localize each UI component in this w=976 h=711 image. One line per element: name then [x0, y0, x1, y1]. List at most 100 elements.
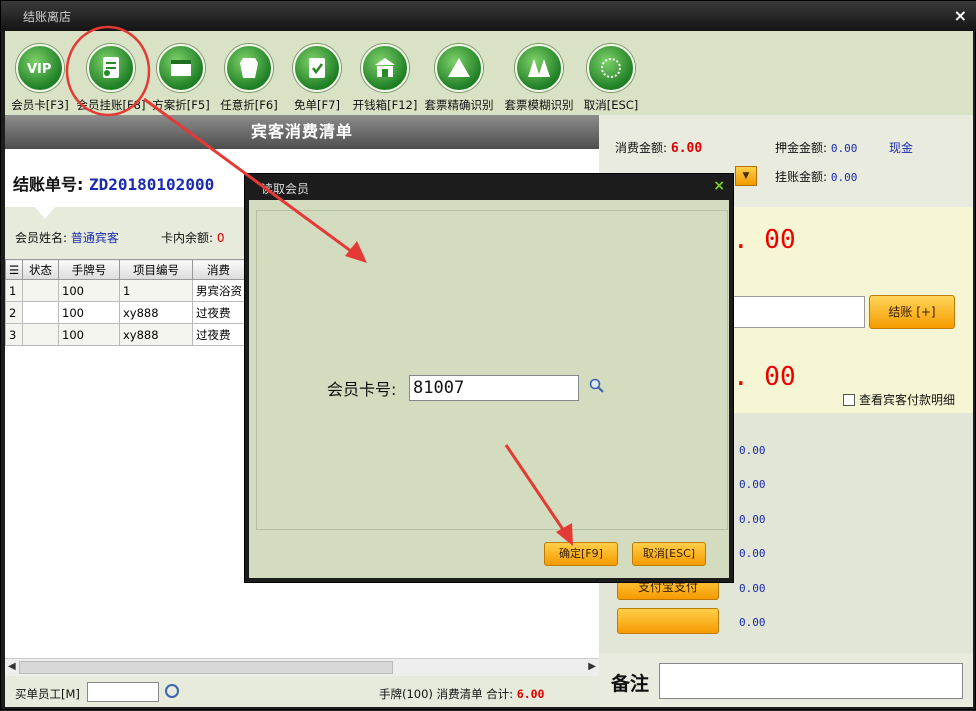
horizontal-scrollbar[interactable]: ◀ ▶: [5, 658, 599, 676]
method-amount: 0.00: [739, 616, 766, 629]
member-charge-button[interactable]: 会员挂账[F8]: [75, 31, 147, 115]
card-balance-label: 卡内余额:: [161, 231, 214, 245]
table-header-row: ☰ 状态 手牌号 项目编号 消费: [5, 259, 245, 280]
plan-discount-button[interactable]: 方案折[F5]: [147, 31, 215, 115]
checkout-window: 结账离店 × VIP 会员卡[F3] 会员挂账[F8] 方案折[F5] 任意折[…: [0, 0, 976, 710]
remark-input[interactable]: [659, 663, 963, 699]
cancel-button[interactable]: 取消[ESC]: [579, 31, 643, 115]
plan-discount-icon: [157, 44, 205, 92]
card-number-input[interactable]: 81007: [409, 375, 579, 401]
confirm-button[interactable]: 确定[F9]: [544, 542, 618, 566]
free-order-button[interactable]: 免单[F7]: [283, 31, 351, 115]
footer-total: 6.00: [516, 687, 545, 701]
plan-discount-label: 方案折[F5]: [152, 98, 210, 112]
row-status: [22, 323, 59, 346]
bill-footer: 买单员工[M] 手牌(100) 消费清单 合计: 6.00: [5, 676, 599, 707]
dialog-title: 读取会员: [261, 182, 310, 196]
toolbar: VIP 会员卡[F3] 会员挂账[F8] 方案折[F5] 任意折[F6] 免单[…: [5, 31, 973, 115]
scroll-left-icon[interactable]: ◀: [8, 661, 16, 672]
row-status: [22, 301, 59, 324]
search-icon[interactable]: [165, 684, 179, 698]
bill-header: 宾客消费清单: [5, 115, 599, 149]
package-exact-button[interactable]: 套票精确识别: [419, 31, 499, 115]
payment-input[interactable]: [733, 296, 865, 328]
bill-number-value: ZD20180102000: [88, 175, 215, 194]
change-amount: . 00: [733, 362, 796, 392]
scroll-right-icon[interactable]: ▶: [588, 661, 596, 672]
search-icon[interactable]: [589, 378, 605, 394]
row-index: 1: [5, 279, 23, 302]
method-amount: 0.00: [739, 582, 766, 595]
hang-amount: 挂账金额: 0.00: [775, 168, 857, 185]
dialog-close-icon[interactable]: ×: [713, 178, 725, 194]
detail-checkbox[interactable]: 查看宾客付款明细: [843, 391, 955, 408]
payment-method-button[interactable]: [617, 608, 719, 634]
table-row[interactable]: 2 100 xy888 过夜费: [5, 301, 245, 324]
close-icon[interactable]: ×: [954, 6, 967, 25]
window-title: 结账离店: [23, 10, 72, 24]
package-exact-label: 套票精确识别: [424, 98, 494, 112]
vip-card-label: 会员卡[F3]: [11, 98, 69, 112]
row-code: 1: [119, 279, 193, 302]
row-tag: 100: [58, 301, 120, 324]
column-header[interactable]: 消费: [192, 259, 245, 280]
staff-label: 买单员工[M]: [15, 687, 80, 701]
consume-amount: 消费金额: 6.00: [615, 139, 702, 156]
any-discount-icon: [225, 44, 273, 92]
svg-text:VIP: VIP: [27, 62, 51, 77]
member-name: 会员姓名: 普通宾客: [15, 229, 119, 246]
row-code: xy888: [119, 323, 193, 346]
method-amount: 0.00: [739, 547, 766, 560]
deposit-label: 押金金额:: [775, 141, 828, 155]
checkout-button[interactable]: 结账 [+]: [869, 295, 955, 329]
package-exact-icon: [435, 44, 483, 92]
free-order-icon: [293, 44, 341, 92]
remark-label: 备注: [611, 673, 650, 695]
row-selector-header[interactable]: ☰: [5, 259, 23, 280]
any-discount-label: 任意折[F6]: [220, 98, 278, 112]
column-header[interactable]: 项目编号: [119, 259, 193, 280]
package-fuzzy-label: 套票模糊识别: [504, 98, 574, 112]
any-discount-button[interactable]: 任意折[F6]: [215, 31, 283, 115]
card-number-label: 会员卡号:: [327, 380, 397, 399]
receivable-amount: . 00: [733, 225, 796, 255]
vip-card-button[interactable]: VIP 会员卡[F3]: [5, 31, 75, 115]
package-fuzzy-button[interactable]: 套票模糊识别: [499, 31, 579, 115]
row-item: 男宾浴资: [192, 279, 245, 302]
row-tag: 100: [58, 279, 120, 302]
member-name-label: 会员姓名:: [15, 231, 68, 245]
method-amount: 0.00: [739, 444, 766, 457]
row-index: 3: [5, 323, 23, 346]
staff-input[interactable]: [87, 682, 159, 702]
scroll-thumb[interactable]: [19, 661, 393, 674]
table-row[interactable]: 1 100 1 男宾浴资: [5, 279, 245, 302]
cancel-label: 取消[ESC]: [583, 98, 639, 112]
card-balance: 卡内余额: 0: [161, 229, 225, 246]
notch-decoration: [35, 207, 55, 219]
row-index: 2: [5, 301, 23, 324]
hang-label: 挂账金额:: [775, 170, 828, 184]
cancel-icon: [587, 44, 635, 92]
method-amount: 0.00: [739, 513, 766, 526]
consume-value: 6.00: [670, 141, 703, 156]
checkbox-icon[interactable]: [843, 394, 855, 406]
title-bar: 结账离店 ×: [1, 1, 976, 31]
cash-drawer-button[interactable]: 开钱箱[F12]: [351, 31, 419, 115]
column-header[interactable]: 手牌号: [58, 259, 120, 280]
dialog-inner-panel: [256, 210, 728, 530]
row-item: 过夜费: [192, 323, 245, 346]
row-tag: 100: [58, 323, 120, 346]
table-row[interactable]: 3 100 xy888 过夜费: [5, 323, 245, 346]
detail-checkbox-label: 查看宾客付款明细: [859, 393, 956, 407]
payment-method-dropdown[interactable]: ▼: [735, 166, 757, 186]
cash-link[interactable]: 现金: [889, 139, 913, 156]
hang-value: 0.00: [830, 171, 858, 184]
dialog-body: 会员卡号: 81007 确定[F9] 取消[ESC]: [249, 200, 729, 578]
deposit-value: 0.00: [830, 142, 858, 155]
row-status: [22, 279, 59, 302]
deposit-amount: 押金金额: 0.00: [775, 139, 857, 156]
column-header[interactable]: 状态: [22, 259, 59, 280]
dialog-cancel-button[interactable]: 取消[ESC]: [632, 542, 706, 566]
cash-drawer-icon: [361, 44, 409, 92]
vip-card-icon: VIP: [16, 44, 64, 92]
